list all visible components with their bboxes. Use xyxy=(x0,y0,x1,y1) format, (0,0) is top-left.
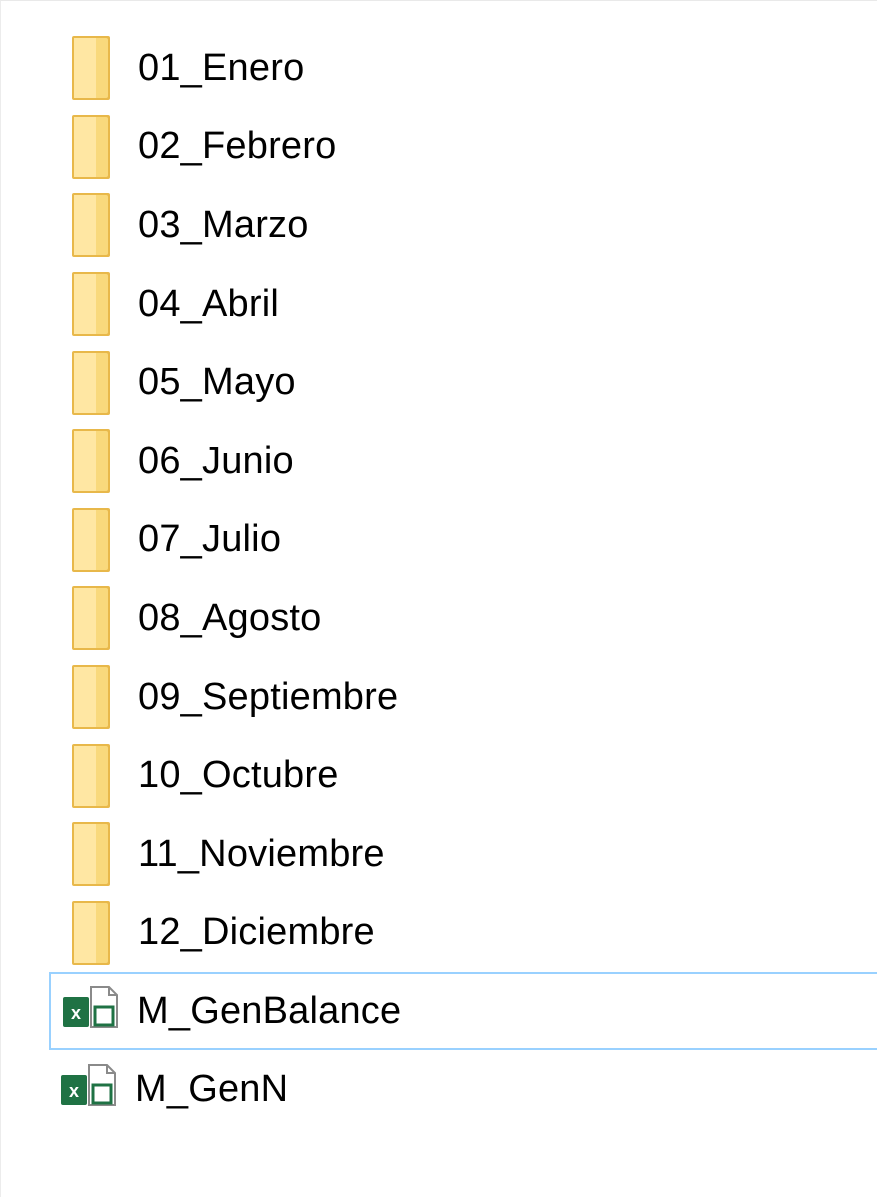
item-name: 06_Junio xyxy=(138,439,294,482)
item-name: 09_Septiembre xyxy=(138,675,399,718)
folder-icon xyxy=(69,192,113,258)
folder-icon xyxy=(69,271,113,337)
file-list: 01_Enero 02_Febrero 03_Marzo 04_Abril 05 xyxy=(1,29,877,1128)
folder-icon xyxy=(69,35,113,101)
folder-icon xyxy=(69,114,113,180)
item-name: 03_Marzo xyxy=(138,203,309,246)
list-item-folder-10[interactable]: 10_Octubre xyxy=(1,736,877,815)
item-name: 01_Enero xyxy=(138,46,305,89)
file-list-pane: 01_Enero 02_Febrero 03_Marzo 04_Abril 05 xyxy=(0,0,877,1197)
folder-icon xyxy=(69,664,113,730)
list-item-file-m-genbalance[interactable]: x M_GenBalance xyxy=(49,972,877,1051)
item-name: 10_Octubre xyxy=(138,754,339,797)
item-name: M_GenN xyxy=(135,1067,289,1110)
list-item-folder-12[interactable]: 12_Diciembre xyxy=(1,894,877,973)
folder-icon xyxy=(69,350,113,416)
excel-file-icon: x xyxy=(61,983,121,1039)
svg-text:x: x xyxy=(71,1003,81,1023)
list-item-folder-09[interactable]: 09_Septiembre xyxy=(1,658,877,737)
excel-file-icon: x xyxy=(59,1061,119,1117)
svg-text:x: x xyxy=(69,1081,79,1101)
folder-icon xyxy=(69,900,113,966)
list-item-folder-02[interactable]: 02_Febrero xyxy=(1,108,877,187)
list-item-folder-06[interactable]: 06_Junio xyxy=(1,422,877,501)
item-name: 04_Abril xyxy=(138,282,280,325)
list-item-folder-07[interactable]: 07_Julio xyxy=(1,501,877,580)
list-item-folder-04[interactable]: 04_Abril xyxy=(1,265,877,344)
folder-icon xyxy=(69,821,113,887)
item-name: 02_Febrero xyxy=(138,125,337,168)
item-name: 05_Mayo xyxy=(138,361,296,404)
folder-icon xyxy=(69,428,113,494)
folder-icon xyxy=(69,585,113,651)
list-item-folder-08[interactable]: 08_Agosto xyxy=(1,579,877,658)
folder-icon xyxy=(69,743,113,809)
list-item-file-m-genn[interactable]: x M_GenN xyxy=(1,1050,877,1128)
list-item-folder-01[interactable]: 01_Enero xyxy=(1,29,877,108)
list-item-folder-03[interactable]: 03_Marzo xyxy=(1,186,877,265)
item-name: M_GenBalance xyxy=(137,989,402,1032)
folder-icon xyxy=(69,507,113,573)
item-name: 08_Agosto xyxy=(138,596,322,639)
item-name: 11_Noviembre xyxy=(138,832,385,875)
item-name: 12_Diciembre xyxy=(138,911,375,954)
item-name: 07_Julio xyxy=(138,518,282,561)
list-item-folder-11[interactable]: 11_Noviembre xyxy=(1,815,877,894)
list-item-folder-05[interactable]: 05_Mayo xyxy=(1,343,877,422)
